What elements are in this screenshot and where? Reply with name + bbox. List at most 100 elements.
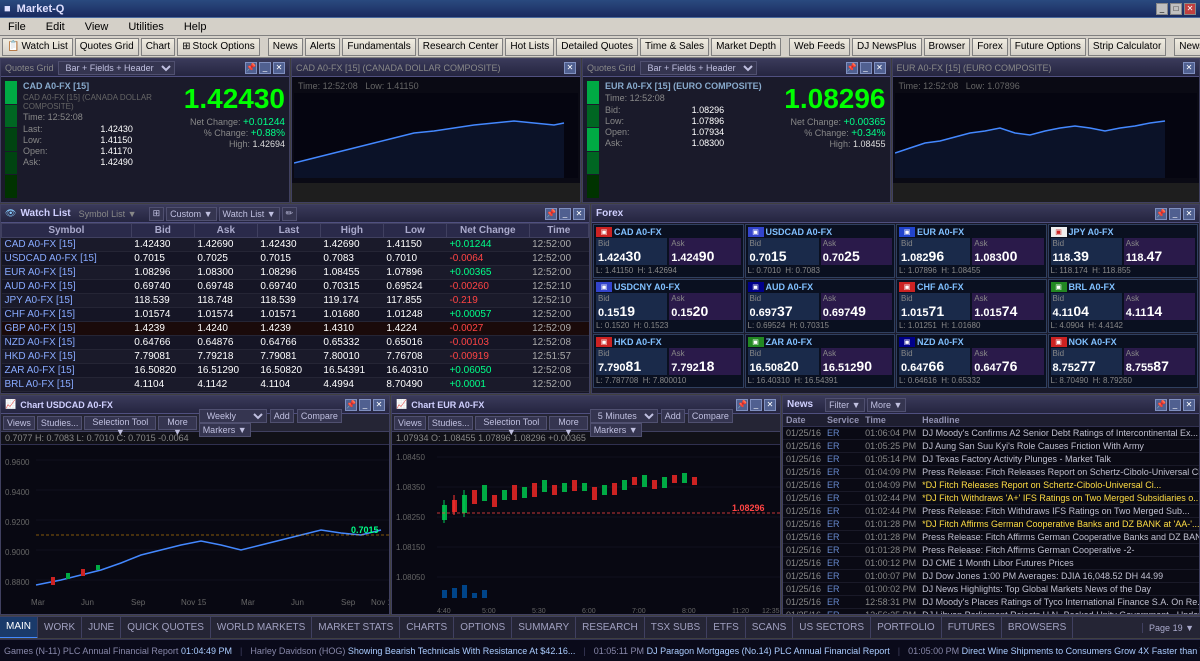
forex-card[interactable]: ▣ NOK A0-FX Bid 8.75277 Ask 8.75587 L: 8… (1048, 334, 1199, 388)
wl-col-bid[interactable]: Bid (131, 224, 194, 238)
usdcad-compare-btn[interactable]: Compare (297, 409, 342, 423)
eur-panel-close[interactable]: ✕ (874, 62, 886, 74)
watchlist-row[interactable]: CHF A0-FX [15] 1.01574 1.01574 1.01571 1… (2, 308, 589, 322)
toolbar-quotes[interactable]: Quotes Grid (75, 38, 139, 56)
maximize-button[interactable]: □ (1170, 3, 1182, 15)
toolbar-webfeeds[interactable]: Web Feeds (789, 38, 850, 56)
forex-pin[interactable]: 📌 (1155, 208, 1167, 220)
cad-panel-pin[interactable]: 📌 (245, 62, 257, 74)
watchlist-sort-btn[interactable]: ⊞ (149, 207, 165, 221)
bottom-tab-quick-quotes[interactable]: QUICK QUOTES (121, 617, 211, 639)
bottom-tab-research[interactable]: RESEARCH (576, 617, 645, 639)
news-row[interactable]: 01/25/16 ER 12:58:31 PM DJ Moody's Place… (783, 596, 1199, 609)
wl-col-low[interactable]: Low (383, 224, 446, 238)
menu-edit[interactable]: Edit (42, 21, 69, 33)
toolbar-browser[interactable]: Browser (924, 38, 971, 56)
wl-col-high[interactable]: High (320, 224, 383, 238)
eur-panel-minimize[interactable]: _ (860, 62, 872, 74)
forex-card[interactable]: ▣ BRL A0-FX Bid 4.1104 Ask 4.1114 L: 4.0… (1048, 279, 1199, 333)
window-controls[interactable]: _ □ ✕ (1156, 3, 1196, 15)
news-row[interactable]: 01/25/16 ER 01:02:44 PM *DJ Fitch Withdr… (783, 492, 1199, 505)
bottom-tab-options[interactable]: OPTIONS (454, 617, 512, 639)
news-more-btn[interactable]: More ▼ (867, 398, 907, 412)
wl-col-last[interactable]: Last (257, 224, 320, 238)
news-row[interactable]: 01/25/16 ER 12:56:25 PM DJ Libyan Parlia… (783, 609, 1199, 615)
eur-views-btn[interactable]: Views (394, 416, 426, 430)
watchlist-row[interactable]: EUR A0-FX [15] 1.08296 1.08300 1.08296 1… (2, 266, 589, 280)
bottom-tab-world-markets[interactable]: WORLD MARKETS (211, 617, 312, 639)
cad-mini-close[interactable]: ✕ (564, 62, 576, 74)
forex-card[interactable]: ▣ AUD A0-FX Bid 0.69737 Ask 0.69749 L: 0… (745, 279, 896, 333)
wl-col-symbol[interactable]: Symbol (2, 224, 132, 238)
usdcad-more-btn[interactable]: More ▼ (158, 416, 196, 430)
toolbar-djnews[interactable]: DJ NewsPlus (852, 38, 921, 56)
cad-panel-minimize[interactable]: _ (259, 62, 271, 74)
usdcad-selection-btn[interactable]: Selection Tool ▼ (84, 416, 156, 430)
toolbar-futures[interactable]: Future Options (1010, 38, 1086, 56)
toolbar-research[interactable]: Research Center (418, 38, 504, 56)
toolbar-alerts[interactable]: Alerts (305, 38, 341, 56)
eur-panel-pin[interactable]: 📌 (846, 62, 858, 74)
toolbar-watchlist[interactable]: 📋 Watch List (2, 38, 73, 56)
news-col-time[interactable]: Time (862, 414, 919, 427)
bottom-tab-charts[interactable]: CHARTS (400, 617, 454, 639)
eur-studies-btn[interactable]: Studies... (428, 416, 474, 430)
bottom-tab-etfs[interactable]: ETFS (707, 617, 746, 639)
toolbar-detailed[interactable]: Detailed Quotes (556, 38, 638, 56)
menu-utilities[interactable]: Utilities (124, 21, 167, 33)
watchlist-row[interactable]: USDCAD A0-FX [15] 0.7015 0.7025 0.7015 0… (2, 252, 589, 266)
forex-card[interactable]: ▣ JPY A0-FX Bid 118.39 Ask 118.47 L: 118… (1048, 224, 1199, 278)
forex-card[interactable]: ▣ HKD A0-FX Bid 7.79081 Ask 7.79218 L: 7… (593, 334, 744, 388)
news-row[interactable]: 01/25/16 ER 01:01:28 PM Press Release: F… (783, 544, 1199, 557)
watchlist-row[interactable]: JPY A0-FX [15] 118.539 118.748 118.539 1… (2, 294, 589, 308)
toolbar-options[interactable]: ⊞ Stock Options (177, 38, 260, 56)
watchlist-manage-btn[interactable]: Watch List ▼ (219, 207, 280, 221)
eur-more-btn[interactable]: More ▼ (549, 416, 587, 430)
cad-panel-close[interactable]: ✕ (273, 62, 285, 74)
bottom-tab-browsers[interactable]: BROWSERS (1002, 617, 1073, 639)
watchlist-row[interactable]: NZD A0-FX [15] 0.64766 0.64876 0.64766 0… (2, 336, 589, 350)
usdcad-studies-btn[interactable]: Studies... (37, 416, 83, 430)
watchlist-pin[interactable]: 📌 (545, 208, 557, 220)
toolbar-forex[interactable]: Forex (972, 38, 1008, 56)
forex-card[interactable]: ▣ CHF A0-FX Bid 1.01571 Ask 1.01574 L: 1… (896, 279, 1047, 333)
watchlist-row[interactable]: HKD A0-FX [15] 7.79081 7.79218 7.79081 7… (2, 350, 589, 364)
bottom-tab-tsx-subs[interactable]: TSX SUBS (645, 617, 707, 639)
toolbar-hotlists[interactable]: Hot Lists (505, 38, 554, 56)
menu-view[interactable]: View (81, 21, 113, 33)
watchlist-row[interactable]: CAD A0-FX [15] 1.42430 1.42690 1.42430 1… (2, 238, 589, 252)
news-row[interactable]: 01/25/16 ER 01:06:04 PM DJ Moody's Confi… (783, 427, 1199, 440)
toolbar-timesales[interactable]: Time & Sales (640, 38, 709, 56)
usdcad-chart-area[interactable]: 0.9600 0.9400 0.9200 0.9000 0.8800 (1, 445, 389, 615)
quotes-grid-style[interactable]: Bar + Fields + Header (58, 61, 175, 75)
news-row[interactable]: 01/25/16 ER 01:02:44 PM Press Release: F… (783, 505, 1199, 518)
forex-card[interactable]: ▣ ZAR A0-FX Bid 16.50820 Ask 16.51290 L:… (745, 334, 896, 388)
news-row[interactable]: 01/25/16 ER 01:00:02 PM DJ News Highligh… (783, 583, 1199, 596)
forex-minimize[interactable]: _ (1169, 208, 1181, 220)
eur-selection-btn[interactable]: Selection Tool ▼ (475, 416, 547, 430)
toolbar-news[interactable]: News (268, 38, 303, 56)
toolbar-newsplus-energy[interactable]: NewsPlus Energy (1174, 38, 1200, 56)
usdcad-views-btn[interactable]: Views (3, 416, 35, 430)
news-filter-btn[interactable]: Filter ▼ (825, 398, 864, 412)
wl-col-change[interactable]: Net Change (446, 224, 529, 238)
usdcad-markers-btn[interactable]: Markers ▼ (199, 423, 251, 437)
news-minimize[interactable]: _ (1169, 399, 1181, 411)
news-close[interactable]: ✕ (1183, 399, 1195, 411)
minimize-button[interactable]: _ (1156, 3, 1168, 15)
eur-quotes-grid-style[interactable]: Bar + Fields + Header (640, 61, 757, 75)
toolbar-depth[interactable]: Market Depth (711, 38, 781, 56)
news-row[interactable]: 01/25/16 ER 01:00:07 PM DJ Dow Jones 1:0… (783, 570, 1199, 583)
watchlist-edit-icon[interactable]: ✏ (282, 207, 298, 221)
news-row[interactable]: 01/25/16 ER 01:05:25 PM DJ Aung San Suu … (783, 440, 1199, 453)
bottom-tab-main[interactable]: MAIN (0, 617, 38, 639)
watchlist-table-container[interactable]: Symbol Bid Ask Last High Low Net Change … (1, 223, 589, 393)
bottom-tab-market-stats[interactable]: MARKET STATS (312, 617, 400, 639)
news-col-headline[interactable]: Headline (919, 414, 1199, 427)
toolbar-strip[interactable]: Strip Calculator (1088, 38, 1166, 56)
wl-col-time[interactable]: Time (529, 224, 588, 238)
watchlist-row[interactable]: BRL A0-FX [15] 4.1104 4.1142 4.1104 4.49… (2, 378, 589, 392)
page-number[interactable]: Page 19 ▼ (1142, 623, 1200, 633)
forex-card[interactable]: ▣ NZD A0-FX Bid 0.64766 Ask 0.64776 L: 0… (896, 334, 1047, 388)
watchlist-row[interactable]: NOK A0-FX [15] 8.75277 8.75587 8.75277 8… (2, 392, 589, 394)
